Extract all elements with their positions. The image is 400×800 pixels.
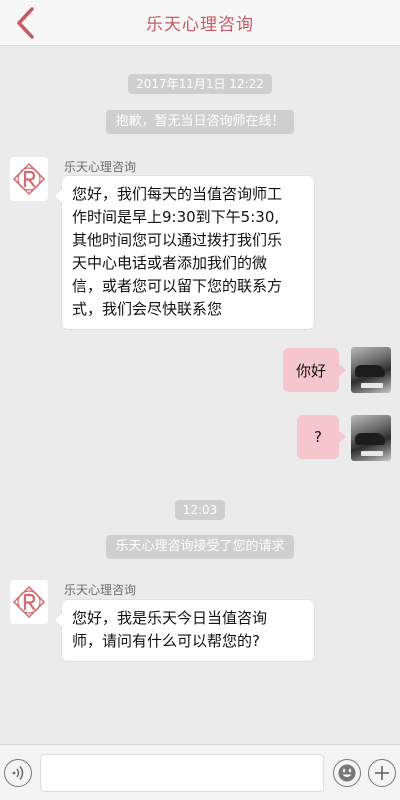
back-button[interactable] xyxy=(14,6,54,40)
timestamp-text: 12:03 xyxy=(174,500,226,520)
message-line: 信，或者您可以留下您的联系方 xyxy=(72,277,283,295)
input-bar xyxy=(0,744,400,800)
timestamp-text: 2017年11月1日 12:22 xyxy=(128,74,272,94)
message-input[interactable] xyxy=(40,754,324,792)
system-notice: 乐天心理咨询接受了您的请求 xyxy=(0,535,400,559)
counselor-avatar[interactable] xyxy=(10,580,48,624)
plate-shape xyxy=(361,383,383,388)
message-line: 您好，我们每天的当值咨询师工 xyxy=(72,185,283,203)
user-message-bubble[interactable]: ? xyxy=(297,415,346,459)
user-message-bubble[interactable]: 你好 xyxy=(283,348,346,392)
emoji-button[interactable] xyxy=(333,759,361,787)
message-bubble[interactable]: 您好，我是乐天今日当值咨询 师，请问有什么可以帮您的? xyxy=(55,599,315,662)
message-line: 天中心电话或者添加我们的微 xyxy=(72,254,268,272)
counselor-avatar[interactable] xyxy=(10,157,48,201)
voice-icon xyxy=(12,766,24,780)
timestamp: 12:03 xyxy=(0,499,400,520)
chat-area[interactable]: 2017年11月1日 12:22 抱歉，暂无当日咨询师在线！ 乐天心理咨询 您好… xyxy=(0,46,400,744)
lotte-logo-icon xyxy=(12,585,46,619)
user-message-text: ? xyxy=(314,428,322,446)
message-line: 其他时间您可以通过拨打我们乐 xyxy=(72,231,283,249)
timestamp: 2017年11月1日 12:22 xyxy=(0,73,400,94)
message-line: 式，我们会尽快联系您 xyxy=(72,300,223,318)
header-bar: 乐天心理咨询 xyxy=(0,0,400,46)
lotte-logo-icon xyxy=(12,162,46,196)
user-avatar[interactable] xyxy=(351,415,391,461)
voice-button[interactable] xyxy=(4,759,32,787)
message-line: 您好，我是乐天今日当值咨询 xyxy=(72,609,268,627)
system-notice-text: 抱歉，暂无当日咨询师在线！ xyxy=(106,110,294,134)
user-avatar[interactable] xyxy=(351,347,391,393)
message-bubble[interactable]: 您好，我们每天的当值咨询师工 作时间是早上9:30到下午5:30, 其他时间您可… xyxy=(55,175,315,330)
car-photo-shape xyxy=(355,433,385,445)
page-title: 乐天心理咨询 xyxy=(146,15,254,35)
sender-name: 乐天心理咨询 xyxy=(64,160,137,174)
emoji-icon xyxy=(338,764,356,782)
system-notice: 抱歉，暂无当日咨询师在线！ xyxy=(0,110,400,134)
chevron-left-icon xyxy=(17,7,34,39)
sender-name: 乐天心理咨询 xyxy=(64,583,137,597)
plus-icon xyxy=(375,766,389,780)
plate-shape xyxy=(361,451,383,456)
message-line: 师，请问有什么可以帮您的? xyxy=(72,632,260,650)
user-message-text: 你好 xyxy=(295,361,326,380)
more-button[interactable] xyxy=(368,759,396,787)
system-notice-text: 乐天心理咨询接受了您的请求 xyxy=(106,535,294,559)
car-photo-shape xyxy=(355,365,385,377)
message-line: 作时间是早上9:30到下午5:30, xyxy=(72,208,280,226)
